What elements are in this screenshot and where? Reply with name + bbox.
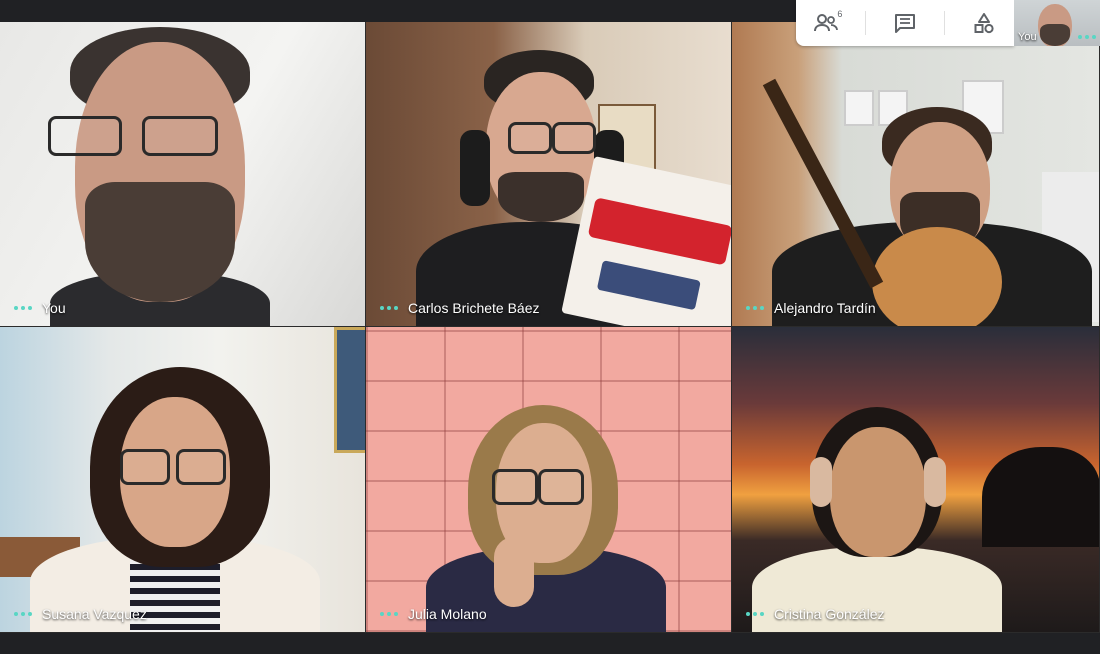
participant-name: Cristina González — [774, 606, 885, 622]
participant-name: You — [42, 300, 66, 316]
audio-indicator-icon — [380, 306, 398, 310]
participant-video — [752, 397, 1002, 632]
audio-indicator-icon — [1078, 35, 1096, 39]
video-tile-alejandro[interactable]: Alejandro Tardín — [732, 22, 1100, 327]
meeting-controls-panel: 6 — [796, 0, 1014, 46]
video-tile-cristina[interactable]: Cristina González — [732, 327, 1100, 633]
participant-name-tag: Cristina González — [746, 606, 885, 622]
video-tile-carlos[interactable]: Carlos Brichete Báez — [366, 22, 732, 327]
participant-name-tag: You — [14, 300, 66, 316]
participant-name: Julia Molano — [408, 606, 487, 622]
participant-video — [20, 327, 340, 632]
participant-video — [416, 22, 731, 326]
rock-silhouette — [982, 447, 1099, 547]
participants-button[interactable]: 6 — [804, 3, 848, 43]
participant-name: Susana Vazquez — [42, 606, 147, 622]
participant-name-tag: Carlos Brichete Báez — [380, 300, 540, 316]
activities-button[interactable] — [962, 3, 1006, 43]
participant-name: Alejandro Tardín — [774, 300, 876, 316]
people-icon — [814, 14, 839, 32]
participant-video — [732, 22, 1099, 326]
participant-video — [426, 387, 666, 632]
audio-indicator-icon — [746, 612, 764, 616]
video-tile-you[interactable]: You — [0, 22, 366, 327]
video-grid: You Carlos Brichete Báez Alejandro Tardí… — [0, 22, 1100, 633]
participant-video — [30, 22, 310, 326]
bottom-bar — [0, 633, 1100, 654]
audio-indicator-icon — [14, 612, 32, 616]
participant-name-tag: Julia Molano — [380, 606, 487, 622]
participant-name: Carlos Brichete Báez — [408, 300, 540, 316]
self-view-beard — [1040, 24, 1070, 46]
activities-icon — [974, 13, 994, 34]
divider — [865, 11, 867, 35]
video-tile-julia[interactable]: Julia Molano — [366, 327, 732, 633]
divider — [943, 11, 945, 35]
participant-count-badge: 6 — [837, 9, 843, 19]
video-tile-susana[interactable]: Susana Vazquez — [0, 327, 366, 633]
audio-indicator-icon — [14, 306, 32, 310]
audio-indicator-icon — [746, 306, 764, 310]
chat-icon — [894, 14, 915, 33]
chat-button[interactable] — [883, 3, 927, 43]
self-view-label: You — [1018, 31, 1037, 43]
self-view-thumbnail[interactable]: You — [1014, 0, 1100, 46]
audio-indicator-icon — [380, 612, 398, 616]
participant-name-tag: Susana Vazquez — [14, 606, 147, 622]
participant-name-tag: Alejandro Tardín — [746, 300, 876, 316]
